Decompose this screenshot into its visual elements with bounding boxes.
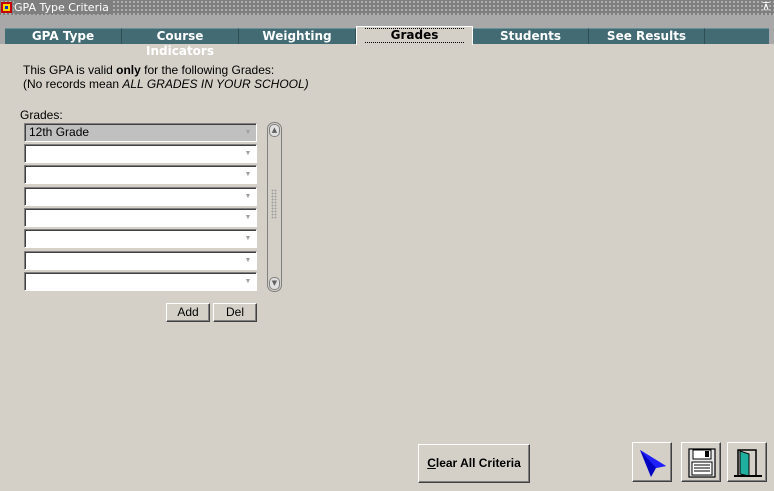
tab-weighting[interactable]: Weighting [239, 28, 356, 44]
maximize-icon[interactable]: ⊼ [762, 0, 770, 14]
save-disk-icon [688, 448, 716, 478]
dropdown-arrow-icon[interactable]: ▼ [242, 190, 254, 203]
select-arrow-button[interactable] [632, 442, 672, 482]
grade-select-row-1[interactable]: 12th Grade ▼ [24, 123, 257, 142]
tab-label: Grades [364, 28, 465, 43]
grade-select-row-4[interactable]: ▼ [24, 187, 257, 206]
dropdown-arrow-icon[interactable]: ▼ [242, 126, 254, 139]
dropdown-arrow-icon[interactable]: ▼ [242, 254, 254, 267]
tab-label: See Results [606, 29, 687, 43]
scroll-up-icon[interactable]: ▲ [269, 124, 280, 137]
tab-label: Weighting [262, 29, 332, 43]
dropdown-arrow-icon[interactable]: ▼ [242, 232, 254, 245]
dropdown-arrow-icon[interactable]: ▼ [242, 147, 254, 160]
exit-button[interactable] [727, 442, 767, 482]
grade-select-row-8[interactable]: ▼ [24, 272, 257, 291]
tab-course-indicators[interactable]: Course Indicators [122, 28, 239, 58]
info-text: This GPA is valid [23, 63, 117, 77]
grade-value: 12th Grade [29, 125, 90, 139]
exit-door-icon [734, 449, 762, 477]
clear-mnemonic: C [427, 456, 436, 470]
tab-bar: GPA Type Course Indicators Weighting Gra… [0, 15, 774, 58]
scroll-down-icon[interactable]: ▼ [269, 277, 280, 290]
grade-select-row-5[interactable]: ▼ [24, 208, 257, 227]
scroll-grip[interactable] [271, 189, 277, 219]
grades-panel: This GPA is valid only for the following… [5, 44, 769, 491]
info-text: (No records mean [23, 77, 123, 91]
grade-select-row-7[interactable]: ▼ [24, 251, 257, 270]
save-button[interactable] [681, 442, 721, 482]
window-title: GPA Type Criteria [14, 1, 113, 14]
clear-all-criteria-button[interactable]: Clear All Criteria [418, 444, 530, 483]
grade-select-row-6[interactable]: ▼ [24, 229, 257, 248]
cursor-arrow-icon [640, 450, 666, 477]
tab-gpa-type[interactable]: GPA Type [5, 28, 122, 44]
info-emphasis: only [116, 63, 141, 77]
info-line-2: (No records mean ALL GRADES IN YOUR SCHO… [23, 77, 309, 91]
tab-grades[interactable]: Grades [356, 26, 473, 45]
add-button[interactable]: Add [166, 303, 210, 322]
tab-see-results[interactable]: See Results [589, 28, 705, 44]
clear-label: lear All Criteria [435, 456, 521, 470]
tab-label: Students [499, 29, 562, 43]
dropdown-arrow-icon[interactable]: ▼ [242, 211, 254, 224]
dropdown-arrow-icon[interactable]: ▼ [242, 275, 254, 288]
app-icon [1, 2, 12, 13]
validity-info: This GPA is valid only for the following… [23, 63, 309, 91]
grade-select-row-2[interactable]: ▼ [24, 144, 257, 163]
grades-scrollbar[interactable]: ▲ ▼ [267, 122, 282, 292]
title-bar: GPA Type Criteria ⊼ [0, 0, 774, 15]
tab-students[interactable]: Students [473, 28, 589, 44]
info-line-1: This GPA is valid only for the following… [23, 63, 309, 77]
delete-button[interactable]: Del [213, 303, 257, 322]
tab-filler [705, 28, 769, 44]
tab-label: GPA Type [31, 29, 95, 43]
dropdown-arrow-icon[interactable]: ▼ [242, 168, 254, 181]
grades-label: Grades: [20, 108, 63, 122]
info-italic: ALL GRADES IN YOUR SCHOOL) [122, 77, 309, 91]
info-text: for the following Grades: [140, 63, 275, 77]
grade-select-row-3[interactable]: ▼ [24, 165, 257, 184]
